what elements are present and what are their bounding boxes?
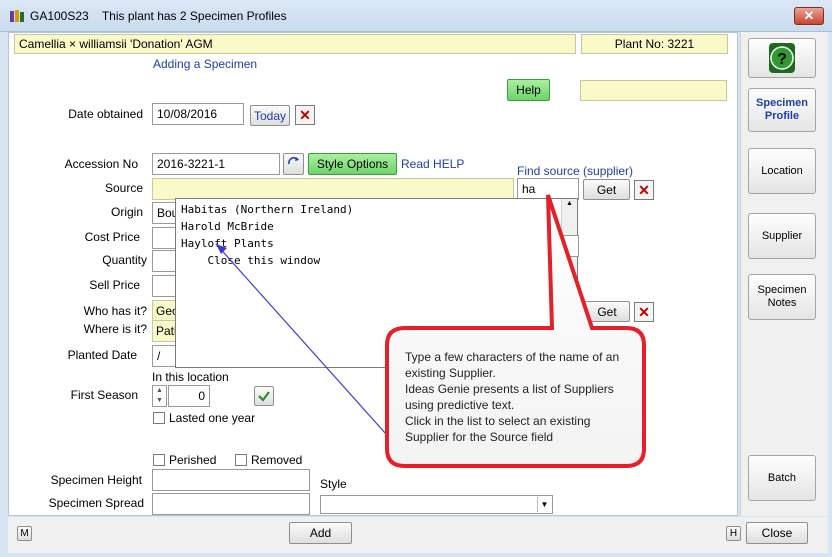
lasted-one-year-checkbox[interactable] [153, 412, 165, 424]
batch-button[interactable]: Batch [748, 455, 816, 501]
specimen-profile-button[interactable]: Specimen Profile [748, 88, 816, 132]
chevron-down-icon[interactable]: ▼ [537, 497, 551, 512]
close-button[interactable]: Close [746, 522, 808, 544]
help-info-field [580, 80, 727, 101]
app-icon [10, 10, 24, 22]
clear-date-icon[interactable]: ✕ [295, 105, 315, 125]
h-button[interactable]: H [726, 526, 741, 541]
callout-line: Ideas Genie presents a list of Suppliers [405, 382, 614, 396]
planted-date-label: Planted Date [67, 348, 137, 362]
window-subtitle: This plant has 2 Specimen Profiles [101, 9, 287, 23]
callout-line: Supplier for the Source field [405, 430, 554, 444]
callout-line: Click in the list to select an existing [405, 414, 591, 428]
supplier-button[interactable]: Supplier [748, 213, 816, 259]
accession-input[interactable]: 2016-3221-1 [152, 153, 280, 175]
callout-text: Type a few characters of the name of an … [405, 349, 650, 445]
plant-name-field: Camellia × williamsii 'Donation' AGM [14, 34, 576, 54]
question-mark-icon: ? [769, 43, 795, 73]
origin-label: Origin [110, 205, 143, 219]
style-select[interactable] [320, 495, 553, 514]
window-id: GA100S23 [30, 9, 89, 23]
location-button[interactable]: Location [748, 148, 816, 194]
pointer-arrowhead [216, 244, 227, 254]
first-season-label: First Season [70, 388, 138, 402]
date-obtained-label: Date obtained [68, 107, 143, 121]
plant-name: Camellia × williamsii 'Donation' AGM [19, 37, 213, 51]
where-is-it-label: Where is it? [83, 322, 147, 336]
specimen-spread-input[interactable] [152, 493, 310, 515]
footer-bar [8, 517, 828, 553]
callout-line: existing Supplier. [405, 366, 496, 380]
sell-price-label: Sell Price [89, 278, 140, 292]
find-source-link[interactable]: Find source (supplier) [517, 164, 633, 178]
add-button[interactable]: Add [289, 522, 352, 544]
help-question-button[interactable]: ? [748, 38, 816, 78]
mode-label: Adding a Specimen [153, 57, 258, 71]
who-has-it-label: Who has it? [83, 304, 147, 318]
perished-checkbox[interactable] [153, 454, 165, 466]
date-obtained-input[interactable]: 10/08/2016 [152, 103, 244, 125]
refresh-icon[interactable] [283, 153, 304, 175]
accession-label: Accession No [64, 157, 138, 171]
source-label: Source [104, 181, 143, 195]
callout-line: Type a few characters of the name of an [405, 350, 620, 364]
season-stepper[interactable]: ▲ ▼ [152, 385, 167, 407]
specimen-notes-button[interactable]: Specimen Notes [748, 274, 816, 320]
specimen-spread-label: Specimen Spread [48, 496, 144, 510]
svg-text:?: ? [777, 51, 787, 68]
today-button[interactable]: Today [250, 105, 290, 126]
m-button[interactable]: M [17, 526, 32, 541]
pointer-line [215, 243, 387, 435]
plant-no-field: Plant No: 3221 [581, 34, 728, 54]
help-button[interactable]: Help [507, 79, 550, 101]
style-options-button[interactable]: Style Options [308, 153, 397, 175]
cost-price-label: Cost Price [84, 230, 140, 244]
specimen-height-label: Specimen Height [50, 473, 142, 487]
read-help-link[interactable]: Read HELP [401, 157, 464, 171]
quantity-label: Quantity [102, 253, 147, 267]
callout-line: using predictive text. [405, 398, 515, 412]
plant-no: Plant No: 3221 [614, 37, 695, 51]
window-close-button[interactable]: ✕ [794, 7, 824, 25]
window-title: GA100S23 This plant has 2 Specimen Profi… [30, 9, 287, 23]
refresh-glyph [287, 157, 299, 165]
